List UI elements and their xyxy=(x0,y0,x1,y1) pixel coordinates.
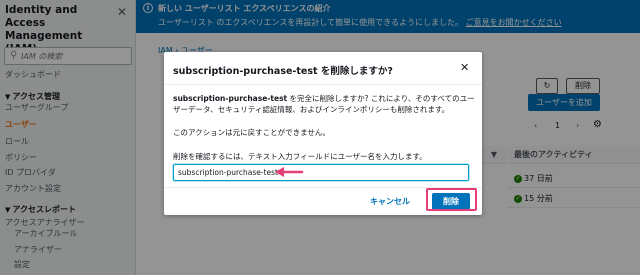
highlight-box xyxy=(426,188,477,211)
user-name: subscription-purchase-test xyxy=(173,94,288,103)
close-icon[interactable]: ✕ xyxy=(460,61,469,74)
irreversible-warning: このアクションは元に戻すことができません。 xyxy=(173,128,330,137)
confirm-username-input[interactable] xyxy=(173,164,469,181)
cancel-button[interactable]: キャンセル xyxy=(370,196,410,207)
dialog-description: subscription-purchase-test を完全に削除しますか? こ… xyxy=(173,93,475,115)
annotation-arrow-icon xyxy=(275,167,304,177)
dialog-header: subscription-purchase-test を削除しますか? ✕ xyxy=(164,52,482,85)
dialog-title: subscription-purchase-test を削除しますか? xyxy=(173,66,393,77)
confirm-prompt: 削除を確認するには、テキスト入力フィールドにユーザー名を入力します。 xyxy=(173,152,427,161)
